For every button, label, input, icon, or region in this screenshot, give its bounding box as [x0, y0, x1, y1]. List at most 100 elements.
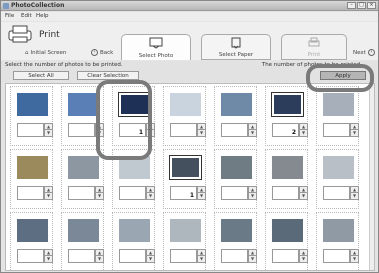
menu-help[interactable]: Help	[36, 13, 49, 19]
decrement-icon[interactable]: ▼	[45, 256, 52, 262]
count-stepper[interactable]: ▲ ▼	[197, 249, 206, 263]
count-stepper[interactable]: ▲ ▼	[95, 249, 104, 263]
count-stepper[interactable]: ▲ ▼	[299, 123, 308, 137]
print-count-field[interactable]	[17, 186, 44, 200]
count-stepper[interactable]: ▲ ▼	[197, 186, 206, 200]
photo-thumbnail[interactable]	[68, 93, 99, 116]
back-button[interactable]: ‹ Back	[91, 48, 113, 57]
count-stepper[interactable]: ▲ ▼	[44, 186, 53, 200]
decrement-icon[interactable]: ▼	[198, 193, 205, 199]
clear-selection-button[interactable]: Clear Selection	[77, 71, 139, 80]
print-count-field[interactable]	[323, 123, 350, 137]
count-stepper[interactable]: ▲ ▼	[299, 249, 308, 263]
decrement-icon[interactable]: ▼	[351, 256, 358, 262]
photo-cell[interactable]: 2 ▲ ▼	[265, 86, 308, 146]
photo-cell[interactable]: ▲ ▼	[61, 149, 104, 209]
print-count-field[interactable]	[323, 186, 350, 200]
photo-thumbnail[interactable]	[170, 93, 201, 116]
photo-cell[interactable]: ▲ ▼	[10, 212, 53, 270]
decrement-icon[interactable]: ▼	[147, 256, 154, 262]
photo-thumbnail[interactable]	[272, 156, 303, 179]
photo-cell[interactable]: ▲ ▼	[112, 212, 155, 270]
photo-cell[interactable]: ▲ ▼	[214, 212, 257, 270]
print-count-field[interactable]: 2	[272, 123, 299, 137]
photo-cell[interactable]: 1 ▲ ▼	[163, 149, 206, 209]
print-count-field[interactable]	[119, 249, 146, 263]
print-count-field[interactable]	[68, 249, 95, 263]
print-count-field[interactable]: 1	[170, 186, 197, 200]
menu-edit[interactable]: Edit	[21, 13, 32, 19]
photo-thumbnail[interactable]	[221, 219, 252, 242]
photo-thumbnail[interactable]	[17, 93, 48, 116]
print-count-field[interactable]	[221, 123, 248, 137]
count-stepper[interactable]: ▲ ▼	[248, 186, 257, 200]
photo-thumbnail[interactable]	[119, 219, 150, 242]
count-stepper[interactable]: ▲ ▼	[350, 123, 359, 137]
count-stepper[interactable]: ▲ ▼	[95, 186, 104, 200]
photo-thumbnail[interactable]	[17, 156, 48, 179]
count-stepper[interactable]: ▲ ▼	[146, 186, 155, 200]
photo-thumbnail[interactable]	[272, 219, 303, 242]
count-stepper[interactable]: ▲ ▼	[44, 249, 53, 263]
print-count-field[interactable]	[272, 186, 299, 200]
print-count-field[interactable]	[221, 249, 248, 263]
decrement-icon[interactable]: ▼	[198, 130, 205, 136]
photo-cell[interactable]: ▲ ▼	[316, 212, 359, 270]
photo-cell[interactable]: ▲ ▼	[61, 212, 104, 270]
photo-cell[interactable]: ▲ ▼	[214, 149, 257, 209]
photo-cell[interactable]: ▲ ▼	[316, 86, 359, 146]
menu-file[interactable]: File	[5, 13, 14, 19]
decrement-icon[interactable]: ▼	[198, 256, 205, 262]
count-stepper[interactable]: ▲ ▼	[248, 123, 257, 137]
decrement-icon[interactable]: ▼	[96, 193, 103, 199]
print-count-field[interactable]	[68, 123, 95, 137]
photo-cell[interactable]: ▲ ▼	[265, 149, 308, 209]
decrement-icon[interactable]: ▼	[45, 130, 52, 136]
photo-cell[interactable]: ▲ ▼	[163, 212, 206, 270]
photo-cell[interactable]: ▲ ▼	[316, 149, 359, 209]
photo-thumbnail[interactable]	[323, 93, 354, 116]
decrement-icon[interactable]: ▼	[249, 130, 256, 136]
photo-thumbnail[interactable]	[323, 156, 354, 179]
decrement-icon[interactable]: ▼	[351, 193, 358, 199]
count-stepper[interactable]: ▲ ▼	[197, 123, 206, 137]
photo-thumbnail[interactable]	[221, 93, 252, 116]
photo-cell[interactable]: ▲ ▼	[163, 86, 206, 146]
initial-screen-button[interactable]: ⌂ Initial Screen	[25, 48, 66, 57]
photo-thumbnail[interactable]	[323, 219, 354, 242]
decrement-icon[interactable]: ▼	[300, 256, 307, 262]
decrement-icon[interactable]: ▼	[249, 193, 256, 199]
decrement-icon[interactable]: ▼	[300, 193, 307, 199]
print-count-field[interactable]	[170, 123, 197, 137]
decrement-icon[interactable]: ▼	[96, 256, 103, 262]
print-count-field[interactable]	[221, 186, 248, 200]
photo-thumbnail[interactable]	[68, 219, 99, 242]
step-select-photo[interactable]: Select Photo	[121, 34, 191, 60]
photo-cell[interactable]: ▲ ▼	[10, 86, 53, 146]
decrement-icon[interactable]: ▼	[45, 193, 52, 199]
vertical-scrollbar[interactable]	[369, 84, 374, 270]
print-count-field[interactable]	[119, 186, 146, 200]
minimize-button[interactable]: –	[347, 2, 356, 9]
photo-thumbnail[interactable]	[170, 156, 201, 179]
print-count-field[interactable]	[170, 249, 197, 263]
photo-cell[interactable]: ▲ ▼	[265, 212, 308, 270]
count-stepper[interactable]: ▲ ▼	[146, 249, 155, 263]
count-stepper[interactable]: ▲ ▼	[299, 186, 308, 200]
photo-thumbnail[interactable]	[170, 219, 201, 242]
count-stepper[interactable]: ▲ ▼	[44, 123, 53, 137]
count-stepper[interactable]: ▲ ▼	[248, 249, 257, 263]
photo-cell[interactable]: ▲ ▼	[10, 149, 53, 209]
print-count-field[interactable]	[17, 249, 44, 263]
decrement-icon[interactable]: ▼	[249, 256, 256, 262]
select-all-button[interactable]: Select All	[13, 71, 69, 80]
photo-cell[interactable]: ▲ ▼	[214, 86, 257, 146]
count-stepper[interactable]: ▲ ▼	[350, 186, 359, 200]
decrement-icon[interactable]: ▼	[351, 130, 358, 136]
next-button[interactable]: Next ›	[353, 48, 375, 57]
step-select-paper[interactable]: Select Paper	[201, 34, 271, 60]
maximize-button[interactable]: □	[357, 2, 366, 9]
close-button[interactable]: ×	[367, 2, 376, 9]
photo-thumbnail[interactable]	[17, 219, 48, 242]
decrement-icon[interactable]: ▼	[300, 130, 307, 136]
